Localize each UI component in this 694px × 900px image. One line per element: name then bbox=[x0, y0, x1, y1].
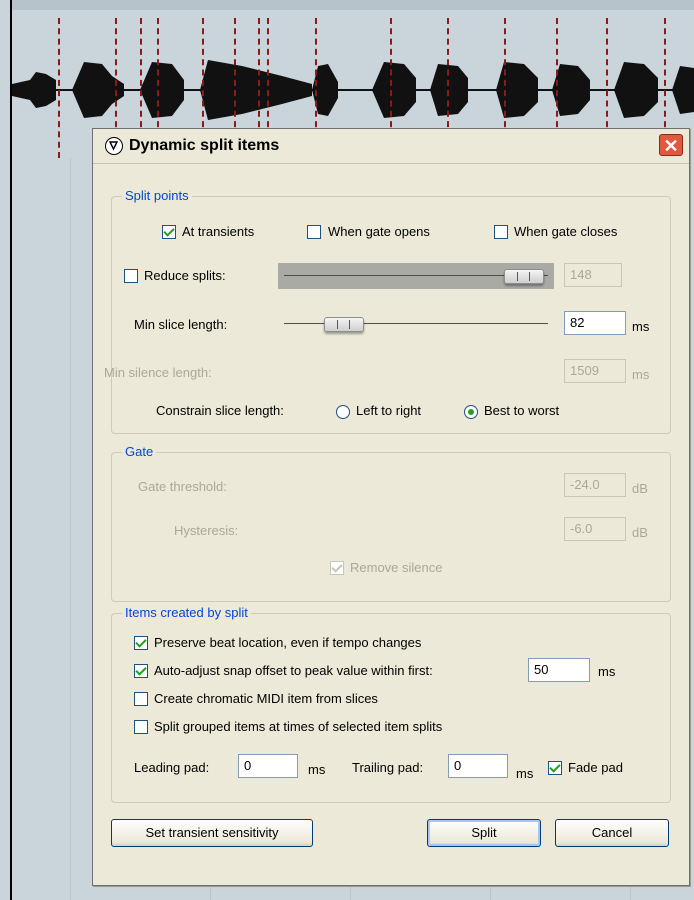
slider-thumb[interactable] bbox=[504, 269, 544, 284]
min-slice-length-slider[interactable] bbox=[278, 311, 554, 337]
chromatic-midi-label: Create chromatic MIDI item from slices bbox=[154, 691, 378, 706]
min-slice-length-label: Min slice length: bbox=[134, 317, 228, 332]
hysteresis-label: Hysteresis: bbox=[174, 523, 239, 538]
reduce-splits-label: Reduce splits: bbox=[144, 268, 226, 283]
auto-adjust-label: Auto-adjust snap offset to peak value wi… bbox=[154, 663, 433, 678]
reduce-splits-checkbox[interactable] bbox=[124, 269, 138, 283]
items-created-legend: Items created by split bbox=[122, 605, 251, 620]
at-transients-label: At transients bbox=[182, 224, 255, 239]
split-points-legend: Split points bbox=[122, 188, 192, 203]
cancel-button[interactable]: Cancel bbox=[555, 819, 669, 847]
preserve-beat-checkbox[interactable] bbox=[134, 636, 148, 650]
gate-legend: Gate bbox=[122, 444, 157, 459]
gate-threshold-label: Gate threshold: bbox=[138, 479, 227, 494]
min-slice-length-unit: ms bbox=[632, 319, 650, 334]
reduce-splits-input[interactable]: 148 bbox=[564, 263, 622, 287]
hysteresis-unit: dB bbox=[632, 525, 648, 540]
trailing-pad-input[interactable]: 0 bbox=[448, 754, 508, 778]
dialog-titlebar[interactable]: Dynamic split items ✕ bbox=[93, 129, 689, 164]
split-button[interactable]: Split bbox=[427, 819, 541, 847]
best-to-worst-radio[interactable] bbox=[464, 405, 478, 419]
reduce-splits-slider[interactable] bbox=[278, 263, 554, 289]
fade-pad-checkbox[interactable] bbox=[548, 761, 562, 775]
at-transients-checkbox[interactable] bbox=[162, 225, 176, 239]
leading-pad-label: Leading pad: bbox=[134, 760, 210, 775]
preserve-beat-label: Preserve beat location, even if tempo ch… bbox=[154, 635, 422, 650]
items-created-group: Items created by split Preserve beat loc… bbox=[111, 605, 671, 803]
when-gate-closes-label: When gate closes bbox=[514, 224, 618, 239]
trailing-pad-unit: ms bbox=[516, 766, 534, 781]
gate-threshold-unit: dB bbox=[632, 481, 648, 496]
min-silence-length-label: Min silence length: bbox=[104, 365, 212, 380]
auto-adjust-input[interactable]: 50 bbox=[528, 658, 590, 682]
gate-threshold-input[interactable]: -24.0 bbox=[564, 473, 626, 497]
split-points-group: Split points At transients When gate ope… bbox=[104, 188, 671, 434]
hysteresis-input[interactable]: -6.0 bbox=[564, 517, 626, 541]
set-transient-sensitivity-button[interactable]: Set transient sensitivity bbox=[111, 819, 313, 847]
ruler-strip bbox=[12, 0, 694, 10]
auto-adjust-checkbox[interactable] bbox=[134, 664, 148, 678]
when-gate-closes-checkbox[interactable] bbox=[494, 225, 508, 239]
when-gate-opens-label: When gate opens bbox=[328, 224, 430, 239]
left-to-right-label: Left to right bbox=[356, 403, 422, 418]
slider-thumb[interactable] bbox=[324, 317, 364, 332]
when-gate-opens-checkbox[interactable] bbox=[307, 225, 321, 239]
leading-pad-unit: ms bbox=[308, 762, 326, 777]
min-slice-length-input[interactable]: 82 bbox=[564, 311, 626, 335]
min-silence-length-input[interactable]: 1509 bbox=[564, 359, 626, 383]
chromatic-midi-checkbox[interactable] bbox=[134, 692, 148, 706]
leading-pad-input[interactable]: 0 bbox=[238, 754, 298, 778]
auto-adjust-unit: ms bbox=[598, 664, 616, 679]
split-grouped-checkbox[interactable] bbox=[134, 720, 148, 734]
grid-line bbox=[70, 158, 71, 900]
close-button[interactable]: ✕ bbox=[659, 134, 683, 156]
split-grouped-label: Split grouped items at times of selected… bbox=[154, 719, 443, 734]
left-to-right-radio[interactable] bbox=[336, 405, 350, 419]
trailing-pad-label: Trailing pad: bbox=[352, 760, 424, 775]
reaper-logo-icon bbox=[105, 137, 123, 155]
window-border bbox=[10, 0, 12, 900]
remove-silence-checkbox[interactable] bbox=[330, 561, 344, 575]
best-to-worst-label: Best to worst bbox=[484, 403, 560, 418]
min-silence-length-unit: ms bbox=[632, 367, 650, 382]
gate-group: Gate Gate threshold: -24.0 dB Hysteresis… bbox=[111, 444, 671, 602]
constrain-slice-length-label: Constrain slice length: bbox=[156, 403, 284, 418]
dialog-title: Dynamic split items bbox=[129, 137, 280, 154]
remove-silence-label: Remove silence bbox=[350, 560, 443, 575]
split-marker bbox=[58, 18, 60, 158]
dynamic-split-dialog: Dynamic split items ✕ Split points At tr… bbox=[92, 128, 690, 886]
fade-pad-label: Fade pad bbox=[568, 760, 623, 775]
